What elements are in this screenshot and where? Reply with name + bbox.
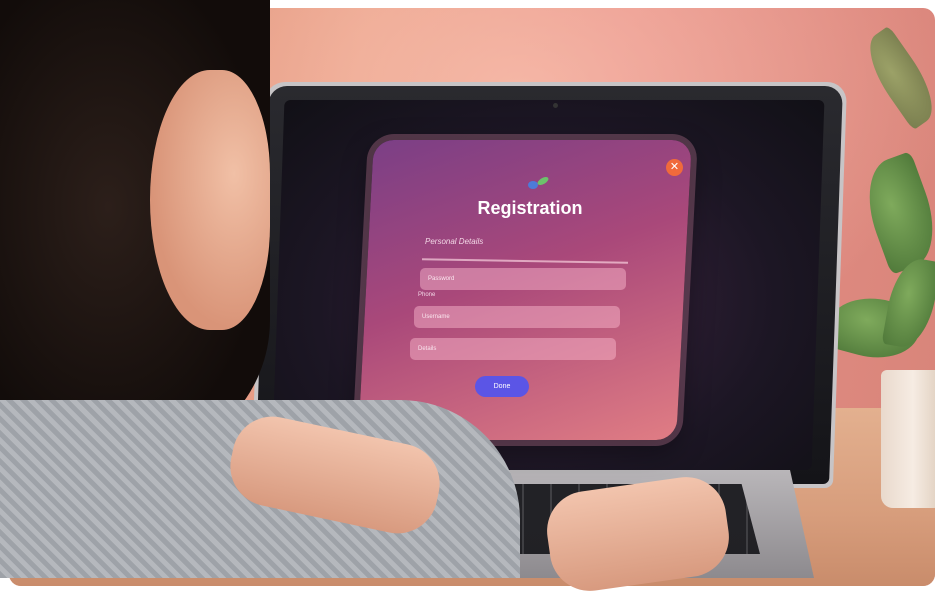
person-face (150, 70, 270, 330)
dialog-title: Registration (477, 198, 583, 218)
close-icon[interactable]: ✕ (666, 159, 683, 176)
webcam (553, 103, 558, 108)
plant-pot (881, 370, 935, 508)
done-button[interactable]: Done (475, 376, 529, 397)
phone-field-label: Phone (418, 292, 436, 298)
password-field[interactable]: Password (420, 268, 626, 290)
details-field[interactable]: Details (410, 338, 616, 360)
leaf-logo-icon (528, 177, 549, 189)
section-label: Personal Details (425, 237, 484, 246)
username-field[interactable]: Username (414, 306, 620, 328)
